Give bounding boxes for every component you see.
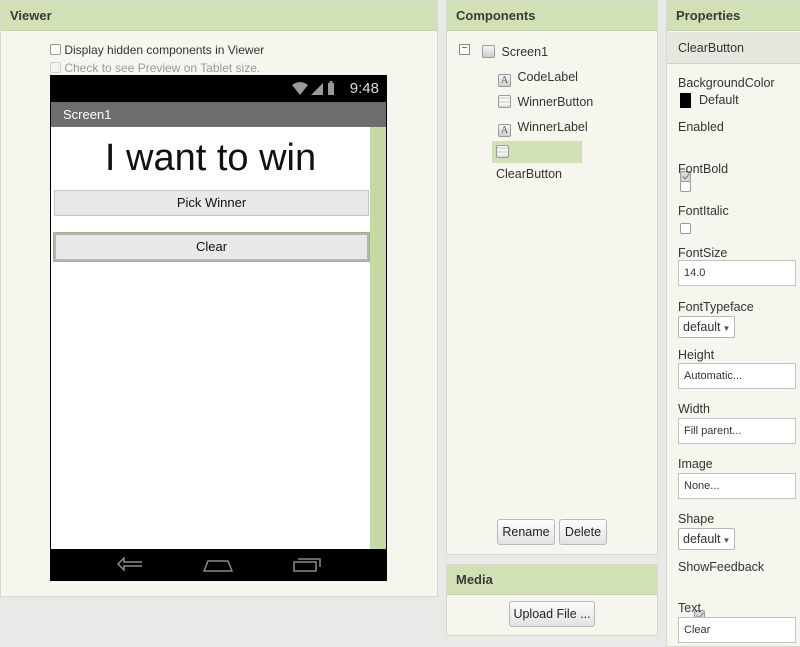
chevron-down-icon: ▼ [722,536,731,545]
tablet-preview-option[interactable]: Check to see Preview on Tablet size. [50,61,260,75]
tree-item-codelabel[interactable]: A CodeLabel [498,67,578,87]
clear-button-preview[interactable]: Clear [54,233,369,261]
tree-item-screen1[interactable]: Screen1 [482,42,548,62]
phone-clock: 9:48 [349,80,379,97]
selected-component-name: ClearButton [667,32,800,64]
collapse-toggle-icon[interactable]: − [459,44,470,55]
tree-item-clearbutton[interactable]: ClearButton [492,141,582,181]
width-input[interactable]: Fill parent... [678,418,796,444]
prop-label-enabled: Enabled [678,120,724,134]
background-color-value[interactable]: Default [699,93,739,107]
prop-label-width: Width [678,402,710,416]
code-label-preview[interactable]: I want to win [51,137,370,180]
phone-title-bar: Screen1 [51,102,386,127]
tree-item-label: CodeLabel [517,70,578,84]
battery-icon [328,81,334,95]
shape-value: default [683,532,721,546]
tablet-preview-label: Check to see Preview on Tablet size. [64,61,261,75]
prop-label-fontbold: FontBold [678,162,729,176]
tree-item-winnerbutton[interactable]: WinnerButton [498,92,593,112]
prop-label-fontsize: FontSize [678,246,728,260]
screen-scrollbar[interactable] [370,127,386,549]
prop-label-height: Height [678,348,715,362]
fontsize-input[interactable]: 14.0 [678,260,796,286]
image-input[interactable]: None... [678,473,796,499]
prop-label-image: Image [678,457,713,471]
chevron-down-icon: ▼ [722,324,731,333]
phone-mockup: 9:48 Screen1 I want to win Pick Winner C… [50,75,387,581]
winner-button-preview[interactable]: Pick Winner [54,190,369,216]
color-swatch[interactable] [680,93,691,108]
components-header: Components [447,1,657,31]
height-input[interactable]: Automatic... [678,363,796,389]
back-icon [116,557,142,572]
screen-icon [482,45,495,58]
media-header: Media [447,565,657,595]
viewer-header: Viewer [1,1,437,31]
phone-nav-bar [50,549,387,581]
prop-label-fontitalic: FontItalic [678,204,729,218]
prop-label-text: Text [678,601,701,615]
properties-panel: Properties ClearButton BackgroundColor D… [666,0,800,647]
fontbold-checkbox[interactable] [680,181,691,192]
display-hidden-label: Display hidden components in Viewer [64,43,265,57]
home-icon [202,560,234,572]
prop-label-shape: Shape [678,512,715,526]
display-hidden-checkbox[interactable] [50,44,61,55]
viewer-panel: Viewer Display hidden components in View… [0,0,438,597]
prop-label-backgroundcolor: BackgroundColor [678,76,775,90]
tree-item-label: ClearButton [496,167,563,181]
delete-button[interactable]: Delete [559,519,607,545]
tablet-preview-checkbox[interactable] [50,62,61,73]
button-icon [496,145,509,158]
text-input[interactable]: Clear [678,617,796,643]
properties-header: Properties [667,1,800,31]
display-hidden-option[interactable]: Display hidden components in Viewer [50,43,264,57]
fonttypeface-value: default [683,320,721,334]
cell-signal-icon [311,83,323,95]
phone-status-bar: 9:48 [50,75,387,102]
tree-item-label: WinnerLabel [517,120,588,134]
prop-label-fonttypeface: FontTypeface [678,300,754,314]
fontitalic-checkbox[interactable] [680,223,691,234]
button-icon [498,95,511,108]
tree-item-label: WinnerButton [517,95,594,109]
fonttypeface-select[interactable]: default ▼ [678,316,736,338]
tree-item-winnerlabel[interactable]: A WinnerLabel [498,117,588,137]
prop-label-showfeedback: ShowFeedback [678,560,765,574]
label-icon: A [498,74,511,87]
wifi-icon [292,82,308,95]
rename-button[interactable]: Rename [497,519,555,545]
signal-icons [292,81,334,95]
tree-item-label: Screen1 [501,45,549,59]
recent-apps-icon [293,558,321,572]
label-icon: A [498,124,511,137]
phone-screen: I want to win Pick Winner Clear [51,127,386,549]
shape-select[interactable]: default ▼ [678,528,736,550]
upload-file-button[interactable]: Upload File ... [509,601,595,627]
